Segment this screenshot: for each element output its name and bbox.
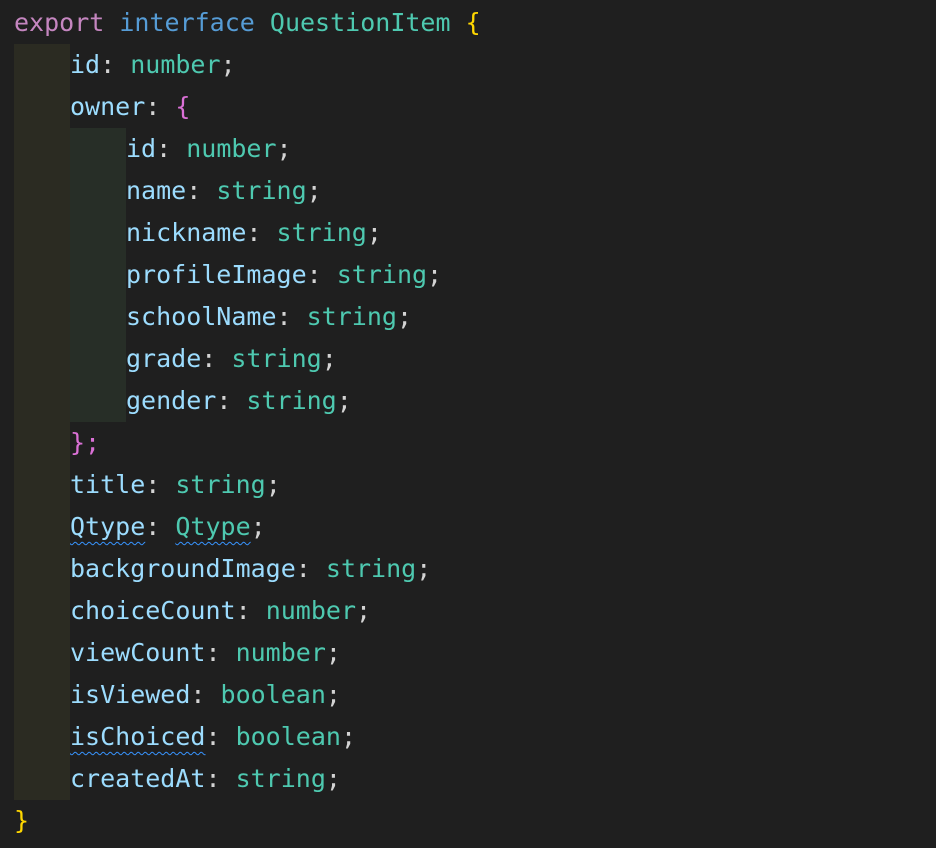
code-line-owner-nickname[interactable]: nickname: string; [126,212,382,254]
property-type: string [235,764,326,793]
property-name: createdAt [70,764,206,793]
code-line-owner-school-name[interactable]: schoolName: string; [126,296,412,338]
code-line-id[interactable]: id: number; [70,44,236,86]
property-type: boolean [235,722,341,751]
property-type: Qtype [175,512,251,541]
keyword-interface: interface [119,8,255,37]
property-name: backgroundImage [70,554,296,583]
code-line-title[interactable]: title: string; [70,464,281,506]
property-name: isViewed [70,680,191,709]
property-type: string [306,302,397,331]
property-name: title [70,470,146,499]
code-line-owner-grade[interactable]: grade: string; [126,338,337,380]
property-name: gender [126,386,217,415]
property-type: string [216,176,307,205]
property-name: Qtype [70,512,146,541]
property-type: number [265,596,356,625]
property-type: string [325,554,417,583]
indent-guide-level-2 [70,128,126,422]
property-type: string [276,218,367,247]
code-line-closing-brace[interactable]: } [14,800,29,842]
code-line-owner-id[interactable]: id: number; [126,128,292,170]
owner-close-brace: }; [70,428,101,457]
property-type: string [336,260,428,289]
code-line-choice-count[interactable]: choiceCount: number; [70,590,371,632]
code-line-background-image[interactable]: backgroundImage: string; [70,548,431,590]
open-brace: { [465,8,481,37]
property-name: viewCount [70,638,206,667]
interface-name: QuestionItem [269,8,451,37]
code-line-is-choiced[interactable]: isChoiced: boolean; [70,716,356,758]
property-type: number [186,134,277,163]
code-line-qtype[interactable]: Qtype: Qtype; [70,506,266,548]
property-type: string [246,386,337,415]
code-line-owner[interactable]: owner: { [70,86,190,128]
code-line-created-at[interactable]: createdAt: string; [70,758,341,800]
code-editor[interactable]: export interface QuestionItem { id: numb… [0,0,936,848]
property-name: choiceCount [70,596,236,625]
property-type: number [130,50,221,79]
property-name: nickname [126,218,247,247]
property-name: schoolName [126,302,277,331]
code-line-owner-gender[interactable]: gender: string; [126,380,352,422]
code-line-owner-profile-image[interactable]: profileImage: string; [126,254,442,296]
close-brace: } [14,806,30,835]
property-name: isChoiced [70,722,206,751]
keyword-export: export [14,8,105,37]
property-name: id [70,50,101,79]
code-line-view-count[interactable]: viewCount: number; [70,632,341,674]
code-line-owner-name[interactable]: name: string; [126,170,322,212]
code-line-is-viewed[interactable]: isViewed: boolean; [70,674,341,716]
code-line-interface-header[interactable]: export interface QuestionItem { [14,2,481,44]
property-type: string [231,344,322,373]
property-name: id [126,134,157,163]
property-name: name [126,176,187,205]
owner-open-brace: { [175,92,191,121]
property-type: string [175,470,266,499]
property-name: profileImage [126,260,307,289]
property-name: grade [126,344,202,373]
property-type: boolean [220,680,326,709]
property-type: number [235,638,326,667]
property-name: owner [70,92,146,121]
code-line-owner-close[interactable]: }; [70,422,100,464]
indent-guide-level-1 [14,44,70,800]
